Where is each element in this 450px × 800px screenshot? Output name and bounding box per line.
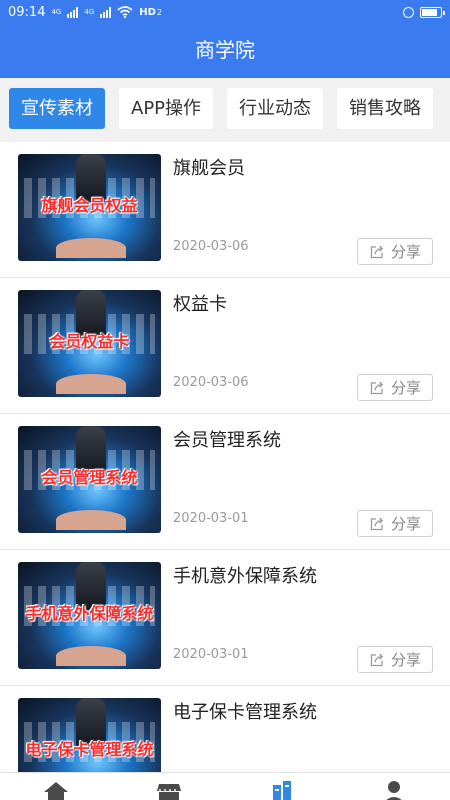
status-bar: 09:14 4G 4G HD 2 [0,0,450,24]
battery-icon [420,6,445,18]
signal-icon-1 [67,6,79,18]
hd-badge-number: 2 [156,7,163,17]
thumbnail-image: 会员管理系统 [18,426,161,533]
share-button[interactable]: 分享 [357,646,433,673]
share-label: 分享 [390,243,421,261]
user-icon [386,781,402,800]
share-icon [370,381,384,394]
thumbnail-image: 旗舰会员权益 [18,154,161,261]
list-item[interactable]: 旗舰会员权益 旗舰会员 2020-03-06 分享 [0,142,450,278]
share-icon [370,517,384,530]
app-header: 09:14 4G 4G HD 2 商学院 [0,0,450,78]
item-title: 旗舰会员 [173,158,245,179]
list-item[interactable]: 会员管理系统 会员管理系统 2020-03-01 分享 [0,414,450,550]
list-item[interactable]: 电子保卡管理系统 电子保卡管理系统 [0,686,450,772]
bottom-nav [0,772,450,800]
nav-store[interactable] [113,773,226,800]
item-title: 权益卡 [173,294,227,315]
thumbnail-caption: 电子保卡管理系统 [25,740,154,759]
share-icon [370,245,384,258]
list-item[interactable]: 会员权益卡 权益卡 2020-03-06 分享 [0,278,450,414]
building-icon [273,781,292,800]
tab-promo-materials[interactable]: 宣传素材 [9,88,105,129]
thumbnail-caption: 手机意外保障系统 [25,604,154,623]
thumbnail-caption: 会员权益卡 [49,332,130,351]
tab-app-operation[interactable]: APP操作 [119,88,214,129]
nav-home[interactable] [0,773,113,800]
item-date: 2020-03-01 [173,647,249,662]
nav-profile[interactable] [338,773,450,800]
thumbnail-caption: 旗舰会员权益 [41,196,138,215]
category-tabs: 宣传素材 APP操作 行业动态 销售攻略 [0,78,450,142]
item-title: 电子保卡管理系统 [173,702,317,723]
network-type-1: 4G [51,7,62,16]
signal-icon-2 [100,6,112,18]
nav-academy[interactable] [225,773,338,800]
share-label: 分享 [390,379,421,397]
share-button[interactable]: 分享 [357,374,433,401]
share-label: 分享 [390,651,421,669]
item-date: 2020-03-06 [173,375,249,390]
store-icon [156,784,181,800]
thumbnail-image: 会员权益卡 [18,290,161,397]
network-type-2: 4G [84,7,95,16]
item-date: 2020-03-06 [173,239,249,254]
rotation-lock-icon [403,6,414,18]
item-date: 2020-03-01 [173,511,249,526]
home-icon [44,782,69,800]
article-list: 旗舰会员权益 旗舰会员 2020-03-06 分享 会员权益卡 权益卡 2020… [0,142,450,772]
share-icon [370,653,384,666]
tab-sales-strategy[interactable]: 销售攻略 [337,88,434,129]
hd-badge: HD [139,6,156,18]
item-title: 手机意外保障系统 [173,566,317,587]
thumbnail-image: 电子保卡管理系统 [18,698,161,772]
share-button[interactable]: 分享 [357,238,433,265]
share-label: 分享 [390,515,421,533]
share-button[interactable]: 分享 [357,510,433,537]
thumbnail-image: 手机意外保障系统 [18,562,161,669]
thumbnail-caption: 会员管理系统 [41,468,138,487]
item-title: 会员管理系统 [173,430,281,451]
wifi-icon [117,6,133,18]
list-item[interactable]: 手机意外保障系统 手机意外保障系统 2020-03-01 分享 [0,550,450,686]
tab-industry-news[interactable]: 行业动态 [227,88,324,129]
page-title: 商学院 [195,38,255,62]
status-time: 09:14 [8,4,46,20]
